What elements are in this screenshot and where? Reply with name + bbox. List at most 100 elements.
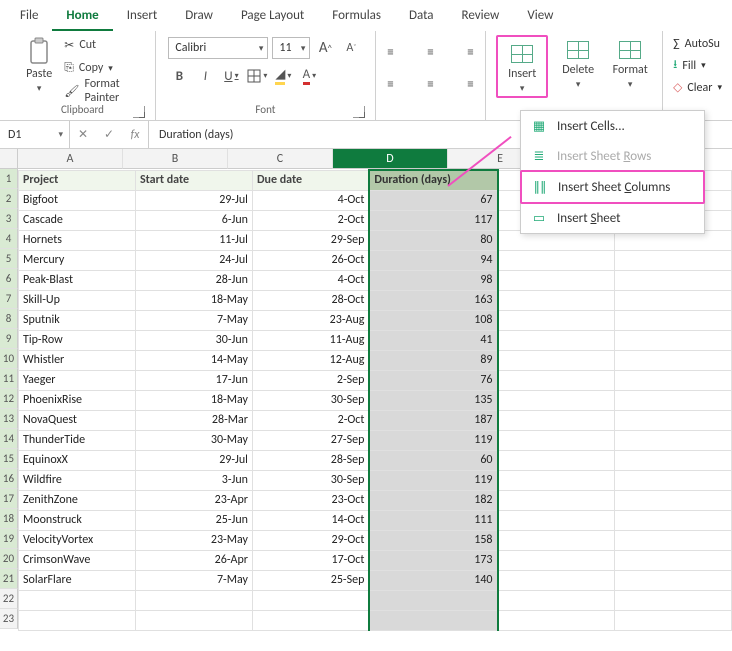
table-row[interactable]: Mercury24-Jul26-Oct94 (19, 250, 732, 270)
cell[interactable] (498, 570, 615, 590)
cell[interactable] (614, 550, 731, 570)
cell[interactable]: ThunderTide (19, 430, 136, 450)
cell[interactable]: 29-Jul (135, 450, 252, 470)
cell[interactable]: 3-Jun (135, 470, 252, 490)
menu-review[interactable]: Review (448, 2, 514, 31)
cell[interactable] (614, 350, 731, 370)
table-row[interactable]: Yaeger17-Jun2-Sep76 (19, 370, 732, 390)
align-top-icon[interactable]: ≡ (380, 41, 402, 63)
table-row[interactable]: Wildfire3-Jun30-Sep119 (19, 470, 732, 490)
cell[interactable]: Cascade (19, 210, 136, 230)
table-row[interactable]: Peak-Blast28-Jun4-Oct98 (19, 270, 732, 290)
cell[interactable]: Project (19, 170, 136, 190)
cell[interactable] (614, 330, 731, 350)
table-row[interactable]: EquinoxX29-Jul28-Sep60 (19, 450, 732, 470)
cell[interactable]: 6-Jun (135, 210, 252, 230)
cell[interactable]: 98 (369, 270, 497, 290)
align-middle-icon[interactable]: ≡ (420, 41, 442, 63)
row-header-13[interactable]: 13 (0, 409, 18, 429)
cell[interactable] (498, 550, 615, 570)
row-header-3[interactable]: 3 (0, 209, 18, 229)
row-header-6[interactable]: 6 (0, 269, 18, 289)
cell[interactable]: Moonstruck (19, 510, 136, 530)
cell[interactable]: Mercury (19, 250, 136, 270)
cell[interactable]: Wildfire (19, 470, 136, 490)
cell[interactable] (369, 610, 497, 630)
delete-button[interactable]: Delete ▾ (556, 35, 600, 90)
cell[interactable] (498, 530, 615, 550)
row-header-2[interactable]: 2 (0, 189, 18, 209)
cell[interactable]: Whistler (19, 350, 136, 370)
table-row[interactable]: PhoenixRise18-May30-Sep135 (19, 390, 732, 410)
cut-button[interactable]: ✂Cut (64, 35, 145, 55)
cell[interactable]: Duration (days) (369, 170, 497, 190)
cell[interactable]: 23-Oct (252, 490, 369, 510)
cell[interactable]: 30-Sep (252, 390, 369, 410)
cell[interactable]: 89 (369, 350, 497, 370)
cell[interactable] (498, 490, 615, 510)
cell[interactable]: EquinoxX (19, 450, 136, 470)
cell[interactable]: NovaQuest (19, 410, 136, 430)
cell[interactable] (614, 470, 731, 490)
menu-data[interactable]: Data (395, 2, 448, 31)
table-row[interactable]: VelocityVortex23-May29-Oct158 (19, 530, 732, 550)
menu-file[interactable]: File (6, 2, 52, 31)
cell[interactable]: 26-Apr (135, 550, 252, 570)
row-header-9[interactable]: 9 (0, 329, 18, 349)
data-table[interactable]: ProjectStart dateDue dateDuration (days)… (18, 169, 732, 631)
decrease-font-icon[interactable]: Aˇ (340, 37, 362, 59)
borders-button[interactable] (246, 65, 268, 87)
cell[interactable]: Start date (135, 170, 252, 190)
insert-sheet-columns-menuitem[interactable]: ∥∥ Insert Sheet Columns (520, 170, 705, 204)
cell[interactable] (498, 390, 615, 410)
cell[interactable]: Tip-Row (19, 330, 136, 350)
row-header-23[interactable]: 23 (0, 609, 18, 629)
cell[interactable] (614, 570, 731, 590)
format-painter-button[interactable]: 🖌Format Painter (64, 81, 145, 101)
row-header-1[interactable]: 1 (0, 169, 18, 189)
cell[interactable]: 2-Oct (252, 410, 369, 430)
cell[interactable] (498, 410, 615, 430)
insert-button[interactable]: Insert ▾ (500, 39, 544, 94)
cell[interactable] (498, 250, 615, 270)
cell[interactable]: 4-Oct (252, 190, 369, 210)
menu-formulas[interactable]: Formulas (318, 2, 395, 31)
cell[interactable]: SolarFlare (19, 570, 136, 590)
cell[interactable]: 28-Sep (252, 450, 369, 470)
col-header-C[interactable]: C (228, 149, 333, 169)
cell[interactable]: 14-May (135, 350, 252, 370)
table-row[interactable] (19, 610, 732, 630)
increase-font-icon[interactable]: A^ (314, 37, 336, 59)
cell[interactable]: 119 (369, 470, 497, 490)
cell[interactable] (614, 410, 731, 430)
row-header-21[interactable]: 21 (0, 569, 18, 589)
cell[interactable] (135, 590, 252, 610)
cell[interactable]: 24-Jul (135, 250, 252, 270)
cell[interactable] (614, 610, 731, 630)
copy-button[interactable]: ⎘Copy▾ (64, 58, 145, 78)
row-header-16[interactable]: 16 (0, 469, 18, 489)
table-row[interactable]: NovaQuest28-Mar2-Oct187 (19, 410, 732, 430)
cell[interactable]: 119 (369, 430, 497, 450)
cell[interactable] (614, 370, 731, 390)
name-box[interactable]: D1 (0, 121, 70, 148)
cell[interactable] (498, 290, 615, 310)
cell[interactable] (614, 590, 731, 610)
cell[interactable]: 80 (369, 230, 497, 250)
cell[interactable]: Skill-Up (19, 290, 136, 310)
table-row[interactable]: SolarFlare7-May25-Sep140 (19, 570, 732, 590)
font-color-button[interactable]: A (298, 65, 320, 87)
row-header-18[interactable]: 18 (0, 509, 18, 529)
cell[interactable] (614, 430, 731, 450)
col-header-B[interactable]: B (123, 149, 228, 169)
cell[interactable] (19, 610, 136, 630)
cell[interactable]: 173 (369, 550, 497, 570)
cell[interactable]: 25-Sep (252, 570, 369, 590)
cell[interactable] (498, 330, 615, 350)
row-header-17[interactable]: 17 (0, 489, 18, 509)
cancel-formula-icon[interactable]: ✕ (70, 127, 96, 142)
cell[interactable]: Due date (252, 170, 369, 190)
cell[interactable]: 17-Oct (252, 550, 369, 570)
cell[interactable]: 41 (369, 330, 497, 350)
table-row[interactable]: Tip-Row30-Jun11-Aug41 (19, 330, 732, 350)
